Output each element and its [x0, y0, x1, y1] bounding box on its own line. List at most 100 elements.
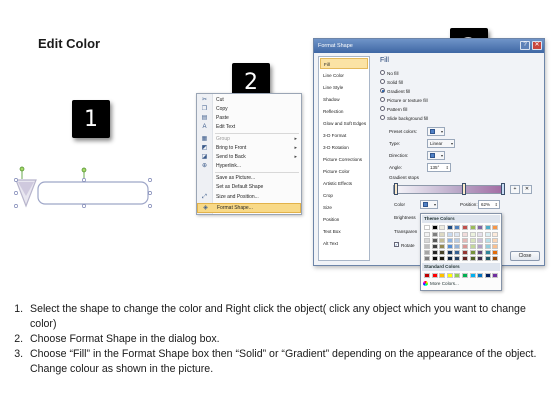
menu-item-save-as-picture[interactable]: Save as Picture... [197, 174, 301, 183]
theme-shade-swatch[interactable] [462, 244, 468, 249]
theme-color-swatch[interactable] [477, 225, 484, 230]
radio-button[interactable] [380, 115, 385, 121]
preset-colors-dropdown[interactable]: ▾ [427, 127, 445, 136]
standard-color-swatch[interactable] [439, 273, 446, 278]
nav-item-3d-rotation[interactable]: 3-D Rotation [320, 142, 368, 153]
more-colors-option[interactable]: More Colors... [423, 281, 459, 287]
stop-color-dropdown[interactable]: ▾ [420, 200, 438, 209]
theme-color-swatch[interactable] [462, 225, 468, 230]
theme-color-swatch[interactable] [446, 225, 453, 230]
menu-item-send-to-back[interactable]: ◪ Send to Back ▸ [197, 153, 301, 162]
nav-item-alt-text[interactable]: Alt Text [320, 238, 368, 249]
theme-shade-swatch[interactable] [431, 250, 438, 255]
theme-color-swatch[interactable] [492, 225, 499, 230]
theme-shade-swatch[interactable] [492, 256, 499, 261]
selected-shape[interactable] [12, 166, 154, 220]
direction-dropdown[interactable]: ▾ [427, 151, 445, 160]
theme-shade-swatch[interactable] [477, 232, 484, 237]
theme-color-swatch[interactable] [454, 225, 461, 230]
menu-item-group[interactable]: ▦ Group ▸ [197, 135, 301, 144]
nav-item-line-style[interactable]: Line Style [320, 82, 368, 93]
theme-shade-swatch[interactable] [424, 244, 430, 249]
menu-item-bring-to-front[interactable]: ◩ Bring to Front ▸ [197, 144, 301, 153]
radio-button[interactable] [380, 70, 385, 76]
theme-color-swatch[interactable] [424, 225, 430, 230]
nav-item-size[interactable]: Size [320, 202, 368, 213]
rotate-with-shape-checkbox[interactable]: ✓ Rotate [394, 242, 415, 250]
gradient-stops-bar[interactable] [393, 185, 505, 194]
standard-color-swatch[interactable] [492, 273, 499, 278]
nav-item-text-box[interactable]: Text Box [320, 226, 368, 237]
theme-shade-swatch[interactable] [477, 256, 484, 261]
theme-shade-swatch[interactable] [424, 238, 430, 243]
dialog-titlebar[interactable]: Format Shape ? ✕ [314, 39, 544, 53]
standard-color-swatch[interactable] [446, 273, 453, 278]
close-icon[interactable]: ✕ [532, 41, 542, 50]
theme-shade-swatch[interactable] [469, 256, 476, 261]
theme-shade-swatch[interactable] [462, 238, 468, 243]
radio-no-fill[interactable]: No fill [380, 70, 399, 78]
theme-shade-swatch[interactable] [454, 232, 461, 237]
checkbox[interactable]: ✓ [394, 242, 399, 248]
remove-gradient-stop-button[interactable]: ✕ [522, 185, 532, 194]
theme-shade-swatch[interactable] [431, 256, 438, 261]
theme-color-swatch[interactable] [484, 225, 491, 230]
theme-shade-swatch[interactable] [462, 256, 468, 261]
theme-shade-swatch[interactable] [484, 232, 491, 237]
theme-shade-swatch[interactable] [446, 238, 453, 243]
gradient-stop-marker[interactable] [462, 183, 466, 195]
theme-shade-swatch[interactable] [439, 232, 446, 237]
radio-pattern-fill[interactable]: Pattern fill [380, 106, 407, 114]
standard-color-swatch[interactable] [477, 273, 484, 278]
theme-shade-swatch[interactable] [469, 244, 476, 249]
nav-item-line-color[interactable]: Line Color [320, 70, 368, 81]
theme-shade-swatch[interactable] [477, 238, 484, 243]
nav-item-reflection[interactable]: Reflection [320, 106, 368, 117]
theme-shade-swatch[interactable] [439, 250, 446, 255]
theme-shade-swatch[interactable] [439, 238, 446, 243]
radio-button[interactable] [380, 79, 385, 85]
theme-shade-swatch[interactable] [484, 256, 491, 261]
theme-shade-swatch[interactable] [492, 244, 499, 249]
radio-button[interactable] [380, 106, 385, 112]
theme-shade-swatch[interactable] [484, 238, 491, 243]
add-gradient-stop-button[interactable]: + [510, 185, 520, 194]
theme-shade-swatch[interactable] [424, 250, 430, 255]
nav-item-shadow[interactable]: Shadow [320, 94, 368, 105]
menu-item-copy[interactable]: ❐ Copy [197, 105, 301, 114]
theme-shade-swatch[interactable] [484, 244, 491, 249]
menu-item-paste[interactable]: ▤ Paste [197, 114, 301, 123]
theme-shade-swatch[interactable] [446, 250, 453, 255]
angle-input[interactable]: 135° ⇕ [427, 163, 451, 172]
theme-shade-swatch[interactable] [462, 232, 468, 237]
radio-slide-background-fill[interactable]: Slide background fill [380, 115, 428, 123]
theme-shade-swatch[interactable] [431, 238, 438, 243]
standard-color-swatch[interactable] [454, 273, 461, 278]
theme-shade-swatch[interactable] [469, 250, 476, 255]
radio-gradient-fill[interactable]: Gradient fill [380, 88, 410, 96]
nav-item-glow-soft-edges[interactable]: Glow and Soft Edges [320, 118, 368, 129]
menu-item-edit-text[interactable]: A Edit Text [197, 123, 301, 132]
theme-shade-swatch[interactable] [431, 232, 438, 237]
theme-color-swatch[interactable] [439, 225, 446, 230]
menu-item-size-position[interactable]: ⤢ Size and Position... [197, 193, 301, 202]
theme-shade-swatch[interactable] [424, 232, 430, 237]
radio-button[interactable] [380, 97, 385, 103]
nav-item-artistic-effects[interactable]: Artistic Effects [320, 178, 368, 189]
nav-item-picture-color[interactable]: Picture Color [320, 166, 368, 177]
theme-shade-swatch[interactable] [462, 250, 468, 255]
theme-shade-swatch[interactable] [446, 232, 453, 237]
theme-shade-swatch[interactable] [469, 238, 476, 243]
theme-shade-swatch[interactable] [469, 232, 476, 237]
theme-shade-swatch[interactable] [439, 256, 446, 261]
theme-shade-swatch[interactable] [446, 244, 453, 249]
standard-color-swatch[interactable] [431, 273, 438, 278]
help-button[interactable]: ? [520, 41, 530, 50]
menu-item-cut[interactable]: ✂ Cut [197, 96, 301, 105]
position-input[interactable]: 62% ⇕ [478, 200, 500, 209]
menu-item-format-shape[interactable]: ◈ Format Shape... [197, 203, 301, 213]
gradient-stop-marker[interactable] [394, 183, 398, 195]
nav-item-picture-corrections[interactable]: Picture Corrections [320, 154, 368, 165]
gradient-stop-marker-selected[interactable] [501, 183, 505, 195]
theme-shade-swatch[interactable] [477, 244, 484, 249]
